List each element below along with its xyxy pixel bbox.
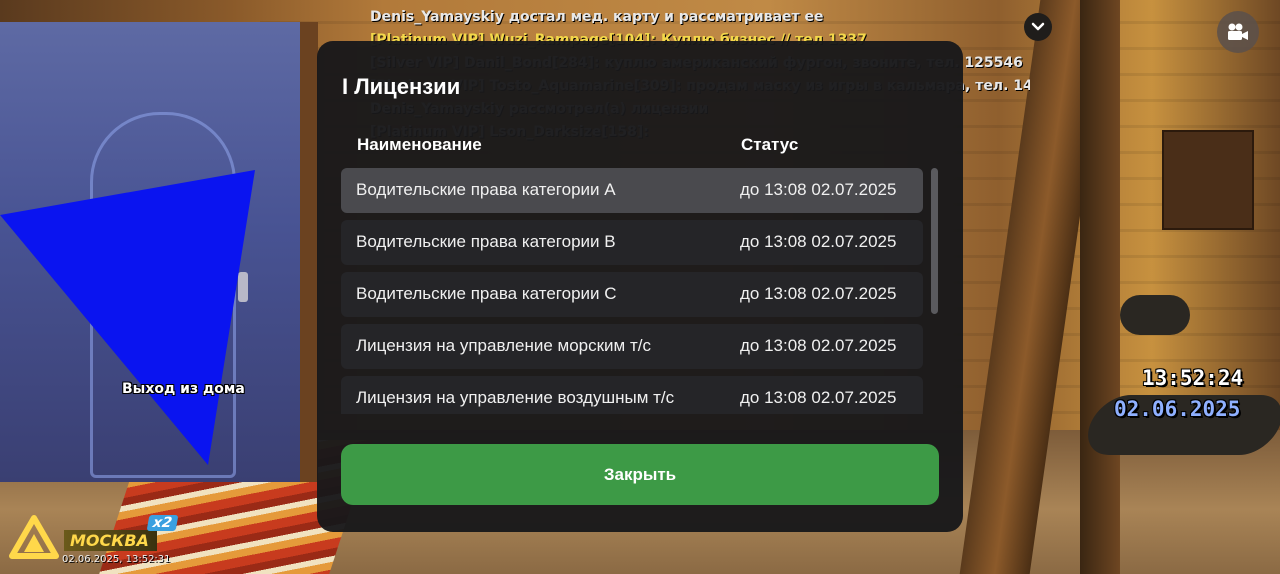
license-status: до 13:08 02.07.2025	[740, 336, 897, 355]
license-status: до 13:08 02.07.2025	[740, 180, 897, 199]
license-name: Водительские права категории C	[356, 284, 617, 303]
floor-mat-small	[1120, 295, 1190, 335]
dialog-title: I Лицензии	[342, 74, 461, 99]
chat-line: Denis_Yamayskiy достал мед. карту и расс…	[370, 9, 824, 25]
server-name: МОСКВА	[64, 530, 157, 551]
license-row[interactable]: Водительские права категории C до 13:08 …	[341, 272, 923, 317]
license-name: Водительские права категории A	[356, 180, 616, 199]
close-button[interactable]: Закрыть	[341, 444, 939, 505]
server-timestamp: 02.06.2025, 13:52:31	[62, 554, 171, 565]
list-scrollbar[interactable]	[931, 168, 938, 414]
column-header-status: Статус	[741, 135, 799, 154]
video-camera-icon[interactable]	[1217, 11, 1259, 53]
license-name: Лицензия на управление воздушным т/с	[356, 388, 675, 407]
column-header-name: Наименование	[357, 135, 482, 154]
licenses-dialog: I Лицензии Наименование Статус Водительс…	[317, 41, 963, 532]
game-clock-date: 02.06.2025	[1114, 397, 1241, 421]
shelf	[1162, 130, 1254, 230]
license-row[interactable]: Лицензия на управление морским т/с до 13…	[341, 324, 923, 369]
multiplier-badge: x2	[146, 515, 179, 531]
game-clock-time: 13:52:24	[1142, 366, 1244, 390]
license-row[interactable]: Водительские права категории B до 13:08 …	[341, 220, 923, 265]
exit-label: Выход из дома	[122, 381, 245, 397]
exit-marker-triangle	[0, 170, 255, 465]
license-status: до 13:08 02.07.2025	[740, 388, 897, 407]
license-row[interactable]: Лицензия на управление воздушным т/с до …	[341, 376, 923, 414]
license-row[interactable]: Водительские права категории A до 13:08 …	[341, 168, 923, 213]
scrollbar-thumb[interactable]	[931, 168, 938, 314]
server-logo-icon	[9, 515, 59, 559]
license-name: Лицензия на управление морским т/с	[356, 336, 651, 355]
licenses-list[interactable]: Водительские права категории A до 13:08 …	[341, 168, 923, 414]
license-status: до 13:08 02.07.2025	[740, 232, 897, 251]
chevron-down-icon[interactable]	[1024, 13, 1052, 41]
server-logo: МОСКВА x2 02.06.2025, 13:52:31	[8, 512, 179, 572]
door-frame-edge	[1080, 0, 1120, 574]
license-status: до 13:08 02.07.2025	[740, 284, 897, 303]
license-name: Водительские права категории B	[356, 232, 616, 251]
